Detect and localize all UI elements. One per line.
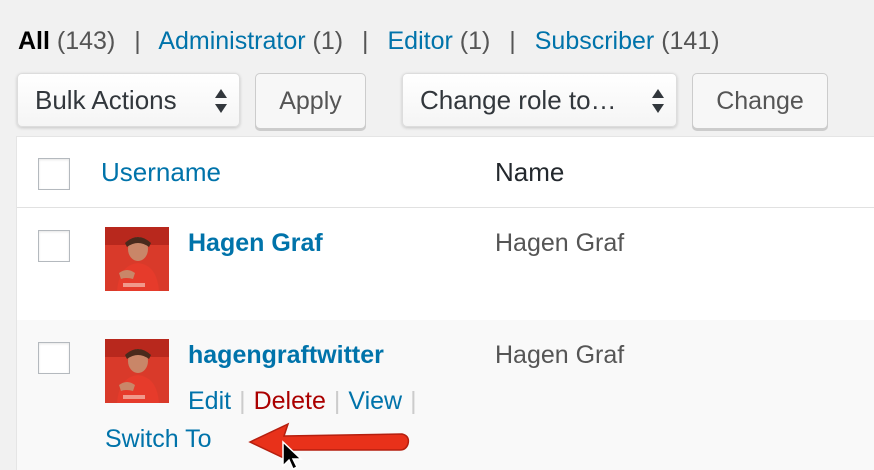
separator: |: [362, 27, 369, 55]
display-name: Hagen Graf: [495, 229, 625, 257]
avatar: [105, 339, 169, 403]
table-row: hagengraftwitter Hagen Graf Edit | Delete |…: [17, 320, 874, 470]
select-all-checkbox[interactable]: [38, 158, 70, 190]
table-header: Username Name: [17, 137, 874, 208]
filter-administrator[interactable]: Administrator: [158, 27, 305, 55]
filter-all-count: (143): [56, 27, 116, 55]
select-arrows-icon: [215, 89, 227, 113]
table-row: Hagen Graf Hagen Graf: [17, 208, 874, 320]
filter-all[interactable]: All: [18, 27, 50, 55]
username-link[interactable]: hagengraftwitter: [188, 340, 384, 370]
bulk-actions-label: Bulk Actions: [35, 85, 177, 115]
separator: |: [509, 27, 516, 55]
action-separator: |: [333, 387, 341, 415]
row-actions: Edit | Delete | View |: [188, 386, 425, 416]
change-role-select[interactable]: Change role to…: [402, 73, 677, 127]
apply-button[interactable]: Apply: [255, 73, 366, 129]
filter-editor-count: (1): [459, 27, 491, 55]
select-arrows-icon: [652, 89, 664, 113]
row-checkbox[interactable]: [38, 230, 70, 262]
change-button[interactable]: Change: [692, 73, 828, 129]
action-separator: |: [239, 387, 246, 415]
delete-link[interactable]: Delete: [254, 387, 326, 415]
switch-to-link[interactable]: Switch To: [105, 424, 212, 454]
annotation-arrow: [248, 422, 410, 462]
users-table: Username Name Hagen Graf Hagen Graf hage…: [16, 136, 874, 470]
avatar: [105, 227, 169, 291]
separator: |: [134, 27, 141, 55]
change-role-label: Change role to…: [420, 85, 617, 115]
display-name: Hagen Graf: [495, 341, 625, 369]
edit-link[interactable]: Edit: [188, 387, 231, 415]
row-checkbox[interactable]: [38, 342, 70, 374]
bulk-actions-select[interactable]: Bulk Actions: [17, 73, 240, 127]
filter-administrator-count: (1): [312, 27, 344, 55]
role-filter-links: All (143) | Administrator (1) | Editor (…: [18, 26, 720, 56]
action-separator: |: [410, 387, 417, 415]
column-username[interactable]: Username: [101, 157, 221, 187]
filter-subscriber[interactable]: Subscriber: [535, 27, 655, 55]
mouse-cursor-icon: [282, 440, 303, 470]
column-name: Name: [495, 157, 565, 187]
filter-subscriber-count: (141): [661, 27, 720, 55]
filter-editor[interactable]: Editor: [388, 27, 453, 55]
view-link[interactable]: View: [348, 387, 402, 415]
username-link[interactable]: Hagen Graf: [188, 228, 323, 258]
